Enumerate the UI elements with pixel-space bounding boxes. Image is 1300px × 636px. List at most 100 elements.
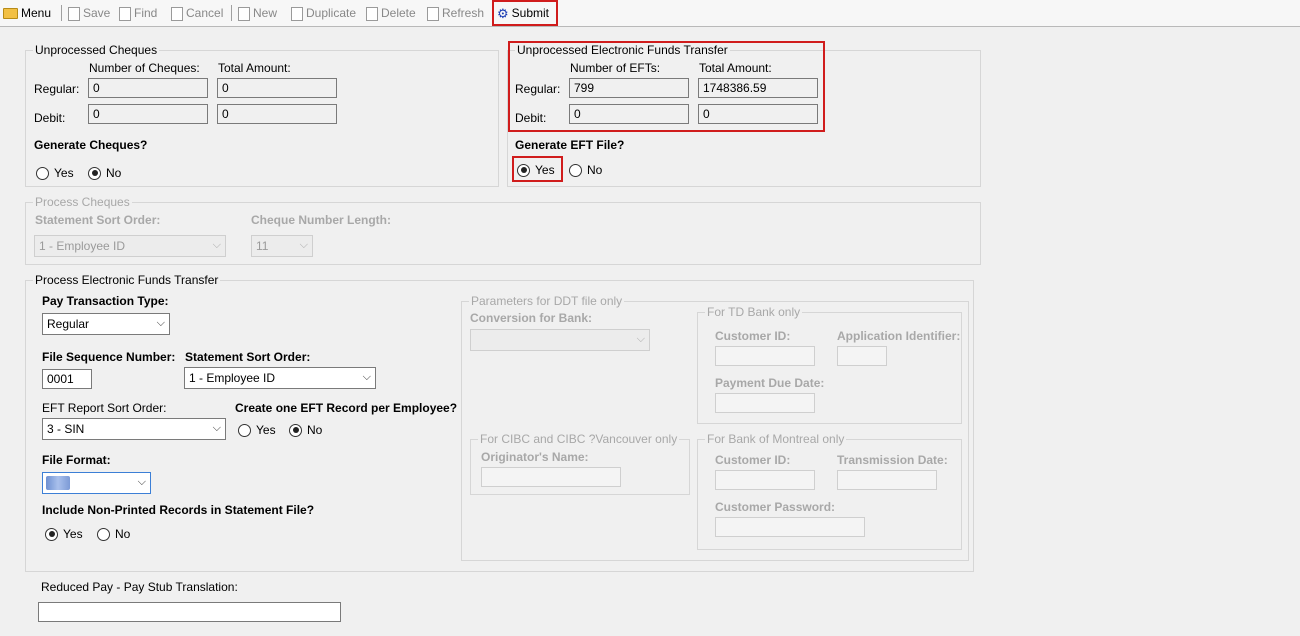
find-button[interactable]: Find (119, 4, 157, 22)
bmo-transmission-date-field[interactable] (837, 470, 937, 490)
pay-transaction-type-select[interactable]: Regular ⌵ (42, 313, 170, 335)
conversion-for-bank-label: Conversion for Bank: (470, 311, 593, 325)
td-application-id-label: Application Identifier: (837, 329, 961, 343)
radio-circle (97, 527, 110, 541)
save-icon (68, 6, 80, 21)
cheques-debit-label: Debit: (34, 111, 66, 125)
refresh-button[interactable]: Refresh (427, 4, 484, 22)
bmo-customer-password-label: Customer Password: (715, 500, 836, 514)
eft-report-sort-select[interactable]: 3 - SIN ⌵ (42, 418, 226, 440)
duplicate-icon (291, 6, 303, 21)
ddt-parameters-title: Parameters for DDT file only (469, 294, 625, 308)
cheques-regular-label: Regular: (34, 82, 80, 96)
toolbar-divider (231, 5, 232, 21)
delete-label: Delete (381, 6, 416, 20)
generate-cheques-no-radio[interactable]: No (88, 165, 121, 181)
reduced-pay-label: Reduced Pay - Pay Stub Translation: (41, 580, 238, 594)
submit-highlight (492, 0, 558, 26)
cancel-icon (171, 6, 183, 21)
bmo-customer-id-label: Customer ID: (715, 453, 791, 467)
one-eft-record-no-radio[interactable]: No (289, 422, 322, 438)
eft-statement-sort-select[interactable]: 1 - Employee ID ⌵ (184, 367, 376, 389)
pay-transaction-type-value: Regular (47, 317, 90, 331)
cheques-regular-count-field[interactable]: 0 (88, 78, 208, 98)
process-eft-title: Process Electronic Funds Transfer (33, 273, 221, 287)
duplicate-button[interactable]: Duplicate (291, 4, 356, 22)
bank-of-montreal-title: For Bank of Montreal only (705, 432, 847, 446)
radio-label: No (307, 423, 323, 437)
cheques-debit-amount-field[interactable]: 0 (217, 104, 337, 124)
chevron-down-icon: ⌵ (212, 239, 221, 251)
include-non-printed-no-radio[interactable]: No (97, 526, 130, 542)
chevron-down-icon: ⌵ (299, 239, 308, 251)
radio-label: Yes (54, 166, 74, 180)
bmo-customer-id-field[interactable] (715, 470, 815, 490)
redacted-value (46, 476, 70, 490)
file-format-label: File Format: (42, 453, 111, 467)
cheques-sort-order-value: 1 - Employee ID (39, 239, 126, 253)
cheques-debit-count-field[interactable]: 0 (88, 104, 208, 124)
td-payment-due-label: Payment Due Date: (715, 376, 825, 390)
eft-statement-sort-value: 1 - Employee ID (189, 371, 276, 385)
pay-transaction-type-label: Pay Transaction Type: (42, 294, 169, 308)
new-button[interactable]: New (238, 4, 277, 22)
delete-button[interactable]: Delete (366, 4, 416, 22)
generate-cheques-yes-radio[interactable]: Yes (36, 165, 74, 181)
eft-summary-highlight (508, 41, 825, 132)
radio-circle (238, 423, 251, 437)
cancel-button[interactable]: Cancel (171, 4, 223, 22)
new-icon (238, 6, 250, 21)
radio-label: No (587, 163, 603, 177)
td-bank-title: For TD Bank only (705, 305, 803, 319)
radio-circle (88, 166, 101, 180)
cheques-count-header: Number of Cheques: (89, 61, 200, 75)
file-format-select[interactable]: ⌵ (42, 472, 151, 494)
process-cheques-title: Process Cheques (33, 195, 132, 209)
menu-label: Menu (21, 6, 52, 20)
menu-button[interactable]: Menu (3, 4, 51, 22)
save-button[interactable]: Save (68, 4, 110, 22)
td-customer-id-field[interactable] (715, 346, 815, 366)
eft-statement-sort-label: Statement Sort Order: (185, 350, 311, 364)
chevron-down-icon: ⌵ (212, 422, 221, 434)
eft-yes-highlight (512, 156, 563, 182)
reduced-pay-field[interactable] (38, 602, 341, 622)
chevron-down-icon: ⌵ (156, 317, 165, 329)
toolbar: Menu Save Find Cancel New Duplicate Dele… (0, 0, 1300, 27)
chevron-down-icon: ⌵ (362, 371, 371, 383)
generate-eft-label: Generate EFT File? (515, 138, 625, 152)
include-non-printed-yes-radio[interactable]: Yes (45, 526, 83, 542)
cheques-amount-header: Total Amount: (218, 61, 291, 75)
conversion-for-bank-select[interactable]: ⌵ (470, 329, 650, 351)
cheque-number-length-select[interactable]: 11 ⌵ (251, 235, 313, 257)
radio-circle (45, 527, 58, 541)
one-eft-record-yes-radio[interactable]: Yes (238, 422, 276, 438)
radio-label: Yes (63, 527, 83, 541)
radio-circle (289, 423, 302, 437)
file-sequence-label: File Sequence Number: (42, 350, 176, 364)
cheques-regular-amount-field[interactable]: 0 (217, 78, 337, 98)
td-application-id-field[interactable] (837, 346, 887, 366)
originator-name-field[interactable] (481, 467, 621, 487)
cibc-title: For CIBC and CIBC ?Vancouver only (478, 432, 680, 446)
td-customer-id-label: Customer ID: (715, 329, 791, 343)
radio-label: No (106, 166, 122, 180)
refresh-icon (427, 6, 439, 21)
radio-label: Yes (256, 423, 276, 437)
cancel-label: Cancel (186, 6, 224, 20)
one-eft-record-label: Create one EFT Record per Employee? (235, 401, 458, 415)
chevron-down-icon: ⌵ (636, 333, 645, 345)
unprocessed-cheques-title: Unprocessed Cheques (33, 43, 160, 57)
toolbar-divider (61, 5, 62, 21)
cheques-sort-order-select[interactable]: 1 - Employee ID ⌵ (34, 235, 226, 257)
generate-eft-no-radio[interactable]: No (569, 162, 602, 178)
find-label: Find (134, 6, 158, 20)
bmo-customer-password-field[interactable] (715, 517, 865, 537)
td-payment-due-field[interactable] (715, 393, 815, 413)
file-sequence-field[interactable]: 0001 (42, 369, 92, 389)
eft-report-sort-value: 3 - SIN (47, 422, 85, 436)
eft-report-sort-label: EFT Report Sort Order: (42, 401, 167, 415)
new-label: New (253, 6, 278, 20)
radio-label: No (115, 527, 131, 541)
folder-icon (3, 8, 18, 20)
